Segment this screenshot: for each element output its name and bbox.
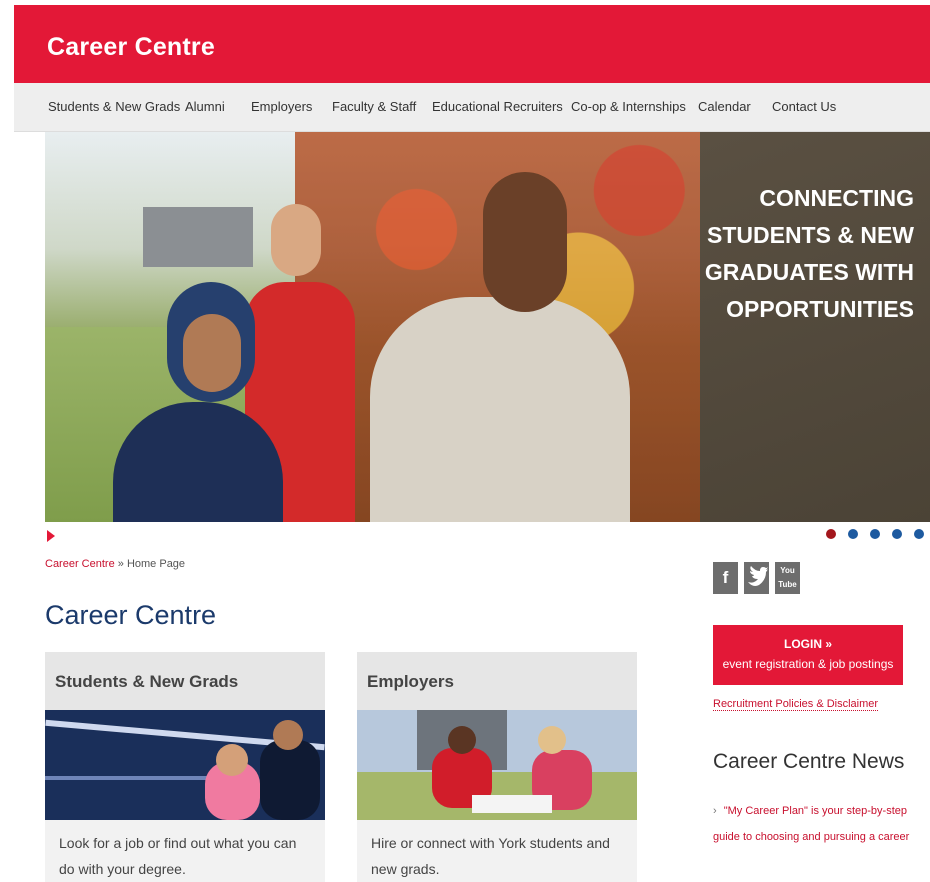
hero-photo bbox=[45, 132, 700, 522]
twitter-bird-glyph bbox=[748, 566, 768, 586]
card-description: Hire or connect with York students and n… bbox=[371, 835, 610, 877]
page-title: Career Centre bbox=[45, 600, 217, 630]
students-card-image[interactable] bbox=[45, 710, 325, 820]
employers-card[interactable]: Employers Hire or connect with York stud… bbox=[357, 652, 637, 882]
nav-item-alumni[interactable]: Alumni bbox=[185, 99, 225, 114]
twitter-icon[interactable] bbox=[744, 562, 769, 594]
card-description: Look for a job or find out what you can … bbox=[59, 835, 297, 877]
news-item-link[interactable]: "My Career Plan" is your step-by-step gu… bbox=[713, 805, 909, 843]
breadcrumb: Career Centre » Home Page bbox=[45, 558, 185, 570]
news-item[interactable]: › "My Career Plan" is your step-by-step … bbox=[713, 798, 930, 850]
nav-item-educational-recruiters[interactable]: Educational Recruiters bbox=[432, 99, 563, 114]
hero-text-panel: CONNECTING STUDENTS & NEW GRADUATES WITH… bbox=[700, 132, 930, 522]
carousel-dot-1[interactable] bbox=[826, 529, 836, 539]
employers-photo bbox=[357, 710, 637, 820]
employers-card-image[interactable] bbox=[357, 710, 637, 820]
card-header: Students & New Grads bbox=[45, 652, 325, 710]
person-beige-sweater-face bbox=[483, 172, 567, 312]
nav-item-coop-internships[interactable]: Co-op & Internships bbox=[571, 99, 686, 114]
card-header: Employers bbox=[357, 652, 637, 710]
person-blue-hoodie-face bbox=[183, 314, 241, 392]
nav-item-employers[interactable]: Employers bbox=[251, 99, 312, 114]
students-card[interactable]: Students & New Grads Look for a job or f… bbox=[45, 652, 325, 882]
students-photo bbox=[45, 710, 325, 820]
facebook-icon[interactable]: f bbox=[713, 562, 738, 594]
hero-headline: CONNECTING STUDENTS & NEW GRADUATES WITH… bbox=[704, 185, 914, 322]
background-building bbox=[143, 207, 253, 267]
play-icon[interactable] bbox=[47, 530, 55, 542]
login-label: LOGIN » bbox=[783, 637, 832, 651]
site-header: Career Centre bbox=[14, 5, 930, 83]
recruitment-policies-link[interactable]: Recruitment Policies & Disclaimer bbox=[713, 698, 879, 711]
chevron-right-icon: › bbox=[713, 805, 717, 817]
breadcrumb-current: Home Page bbox=[126, 558, 186, 570]
login-sublabel: event registration & job postings bbox=[722, 657, 894, 671]
nav-item-students[interactable]: Students & New Grads bbox=[48, 99, 180, 114]
news-heading: Career Centre News bbox=[713, 750, 905, 773]
carousel-dot-4[interactable] bbox=[892, 529, 902, 539]
carousel-dot-3[interactable] bbox=[870, 529, 880, 539]
hero-carousel[interactable]: CONNECTING STUDENTS & NEW GRADUATES WITH… bbox=[45, 132, 930, 522]
youtube-icon[interactable]: You Tube bbox=[775, 562, 800, 594]
main-nav: Students & New Grads Alumni Employers Fa… bbox=[14, 83, 930, 132]
nav-item-contact-us[interactable]: Contact Us bbox=[772, 99, 836, 114]
site-title[interactable]: Career Centre bbox=[47, 33, 215, 62]
person-red-jacket-face bbox=[271, 204, 321, 276]
card-title[interactable]: Students & New Grads bbox=[55, 672, 238, 692]
nav-item-calendar[interactable]: Calendar bbox=[698, 99, 751, 114]
login-button[interactable]: LOGIN » event registration & job posting… bbox=[713, 625, 903, 685]
carousel-dot-2[interactable] bbox=[848, 529, 858, 539]
carousel-dot-5[interactable] bbox=[914, 529, 924, 539]
person-beige-sweater bbox=[370, 297, 630, 522]
breadcrumb-home-link[interactable]: Career Centre bbox=[45, 558, 115, 570]
card-title[interactable]: Employers bbox=[367, 672, 454, 692]
nav-item-faculty-staff[interactable]: Faculty & Staff bbox=[332, 99, 416, 114]
breadcrumb-separator: » bbox=[117, 558, 124, 570]
